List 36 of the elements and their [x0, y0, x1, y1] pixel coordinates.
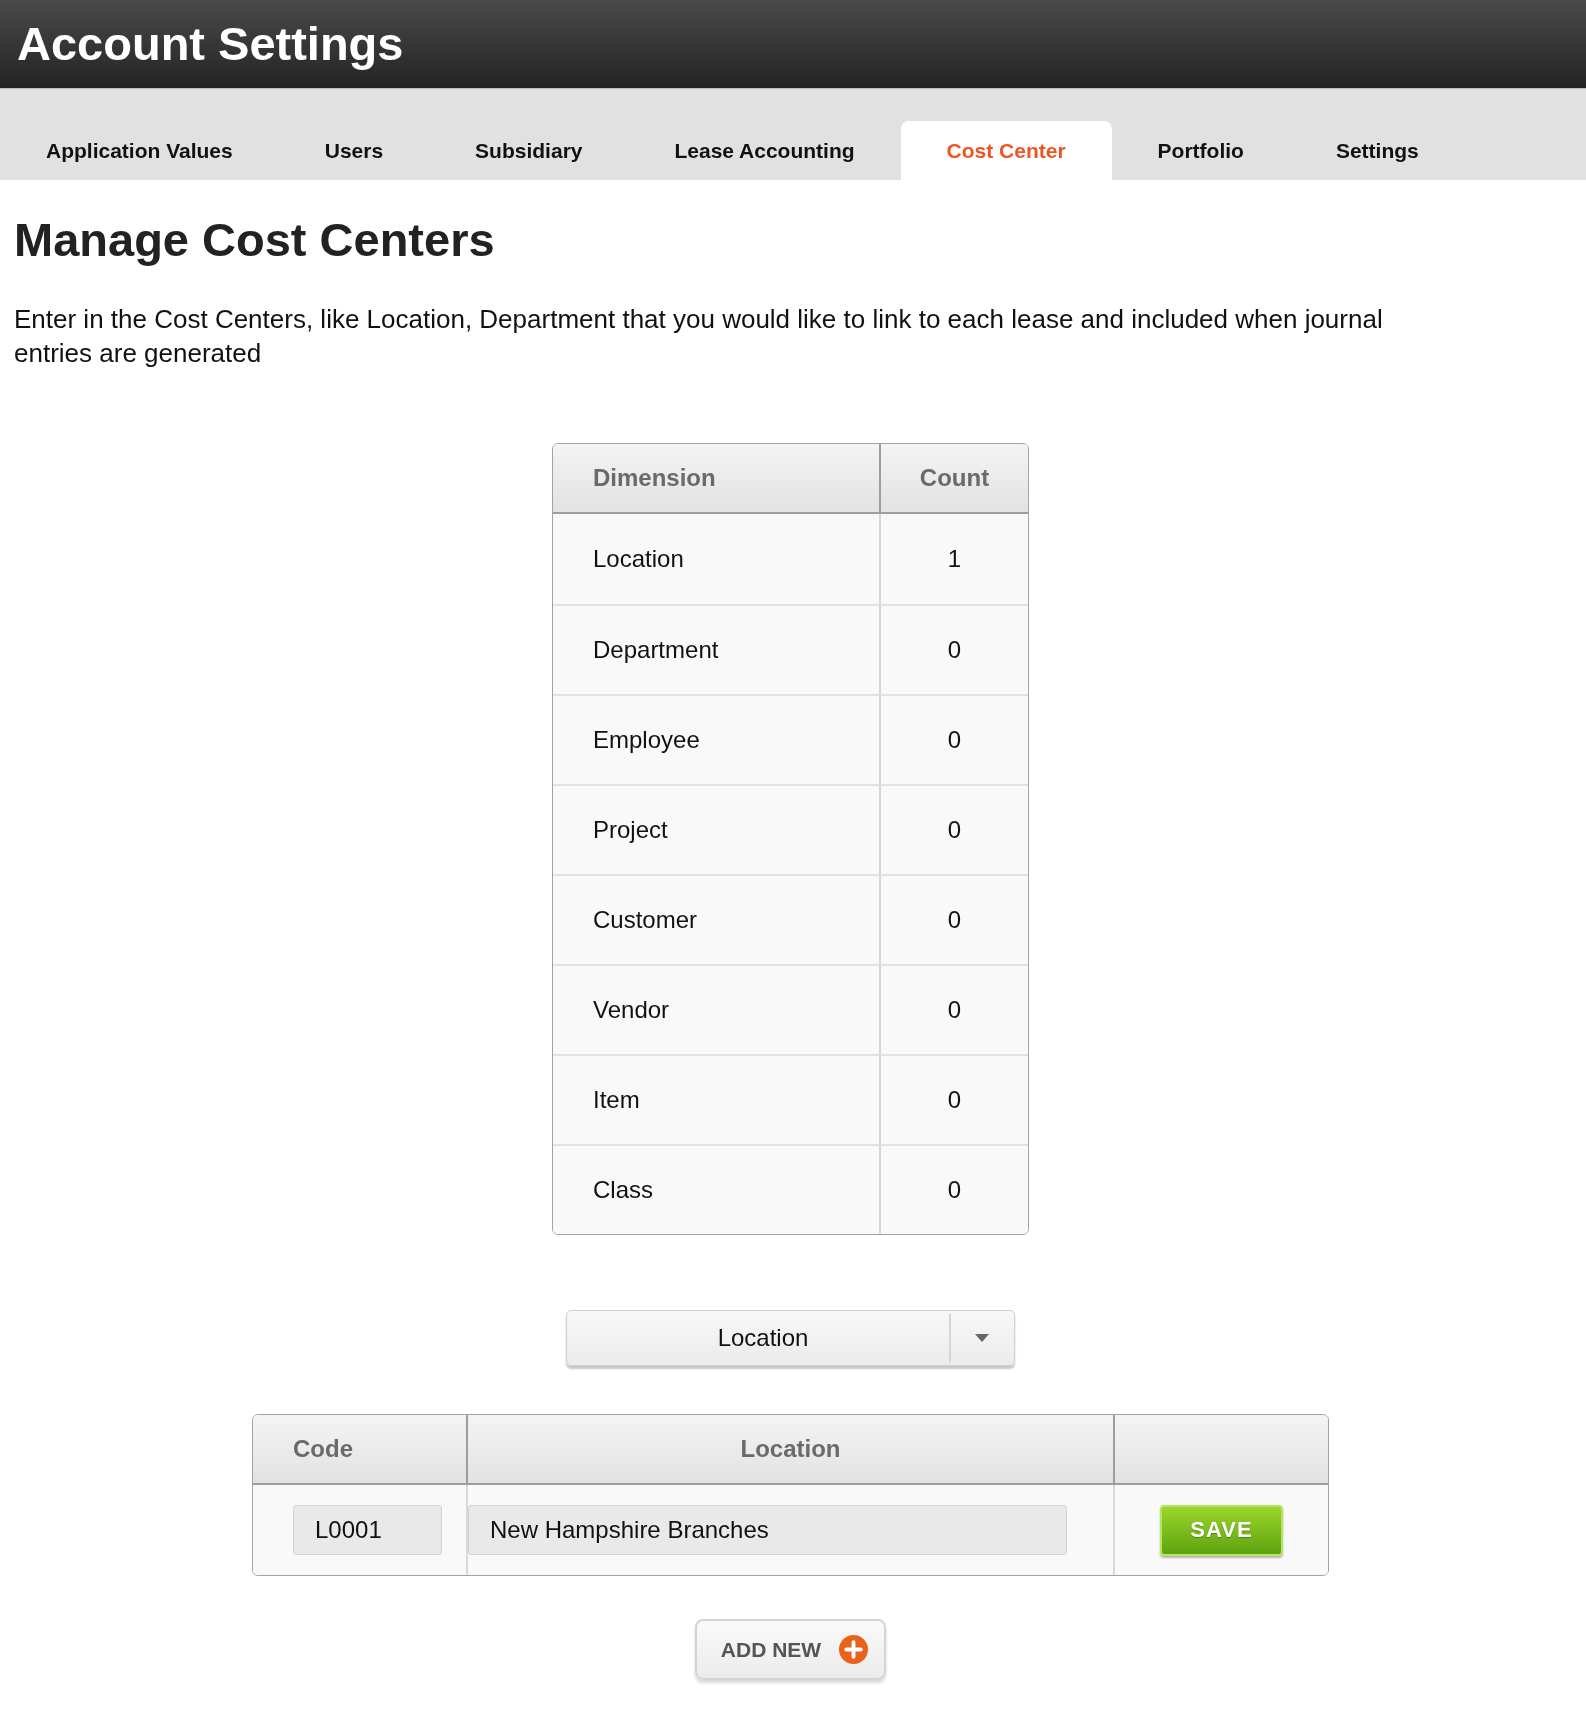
location-name-field[interactable]: New Hampshire Branches [468, 1505, 1067, 1555]
description-text: Enter in the Cost Centers, like Location, Department that you would like to link to each lease and included when journal entries are generated [14, 303, 1384, 370]
dimension-dropdown[interactable]: Location [566, 1310, 1015, 1366]
plus-icon [839, 1635, 869, 1664]
column-header: Code [253, 1415, 466, 1485]
column-header: Count [879, 444, 1028, 514]
table-cell: 0 [879, 1054, 1028, 1144]
table-cell: Employee [553, 694, 879, 784]
tab[interactable]: Cost Center [900, 121, 1112, 180]
tab[interactable]: Application Values [0, 121, 279, 180]
tab[interactable]: Users [278, 121, 430, 180]
section-heading: Manage Cost Centers [14, 213, 496, 267]
tab[interactable]: Subsidiary [429, 121, 629, 180]
table-cell: 0 [879, 694, 1028, 784]
code-field[interactable]: L0001 [293, 1505, 442, 1555]
table-cell: Department [553, 604, 879, 694]
table-cell: Project [553, 784, 879, 874]
column-header: Location [466, 1415, 1113, 1485]
table-cell: 0 [879, 784, 1028, 874]
table-cell: 0 [879, 1144, 1028, 1234]
table-cell: Item [553, 1054, 879, 1144]
caret-icon [975, 1334, 989, 1342]
table-cell: Location [553, 514, 879, 604]
column-header: Dimension [553, 444, 879, 514]
table-cell: Vendor [553, 964, 879, 1054]
tab[interactable]: Portfolio [1111, 121, 1290, 180]
page-title: Account Settings [17, 18, 404, 70]
table-cell: 0 [879, 964, 1028, 1054]
table-cell: 0 [879, 604, 1028, 694]
table-cell: Customer [553, 874, 879, 964]
tab[interactable]: Lease Accounting [628, 121, 901, 180]
tab[interactable]: Settings [1289, 121, 1465, 180]
table-cell: Class [553, 1144, 879, 1234]
table-cell: 1 [879, 514, 1028, 604]
add-new-button[interactable]: ADD NEW [695, 1619, 886, 1680]
table-cell: 0 [879, 874, 1028, 964]
